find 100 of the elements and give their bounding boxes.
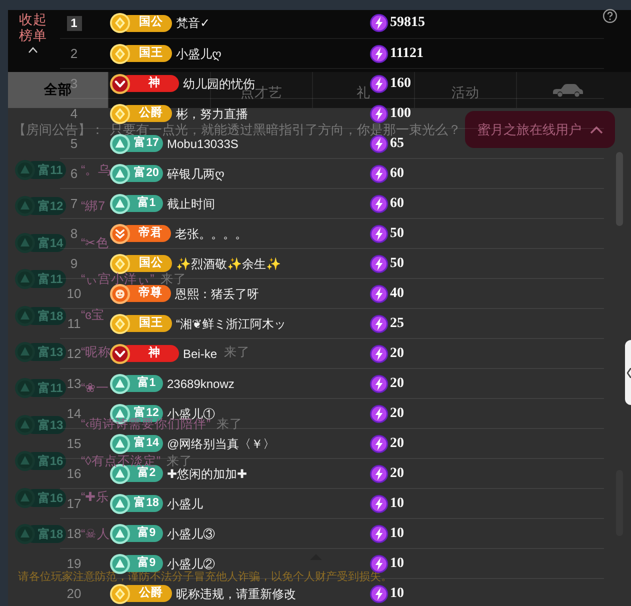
username: 碎银几两ღ bbox=[167, 168, 224, 180]
chat-username: “ɞ宝 bbox=[81, 309, 105, 322]
diamond-icon bbox=[110, 254, 130, 274]
lightning-coin-icon bbox=[370, 494, 388, 512]
rank-number: 18 bbox=[66, 527, 82, 540]
username: ✨烈酒敬✨余生✨ bbox=[176, 258, 281, 270]
lightning-coin-icon bbox=[370, 14, 388, 32]
rank-number: 20 bbox=[66, 587, 82, 600]
rank-number: 9 bbox=[70, 257, 78, 270]
lightning-coin-icon bbox=[370, 434, 388, 452]
rank-number: 7 bbox=[70, 197, 78, 210]
contribution-value: 50 bbox=[390, 226, 404, 240]
lightning-coin-icon bbox=[370, 104, 388, 122]
rank-number: 14 bbox=[66, 407, 82, 420]
rank-number: 5 bbox=[70, 137, 78, 150]
contribution-value: 11121 bbox=[390, 46, 424, 60]
chevron-down-icon bbox=[110, 74, 130, 94]
triangle-icon bbox=[110, 374, 130, 394]
diamond-icon bbox=[110, 13, 130, 33]
username: 恩熙：猪丢了呀 bbox=[175, 288, 259, 300]
lightning-coin-icon bbox=[370, 314, 388, 332]
lightning-coin-icon bbox=[370, 554, 388, 572]
triangle-icon bbox=[110, 434, 130, 454]
contribution-value: 65 bbox=[390, 136, 404, 150]
contribution-value: 25 bbox=[390, 316, 404, 330]
username: 小盛儿ღ bbox=[176, 48, 221, 60]
lightning-coin-icon bbox=[370, 344, 388, 362]
username: 小盛儿 bbox=[167, 498, 203, 510]
contribution-value: 10 bbox=[390, 586, 404, 600]
triangle-icon bbox=[110, 524, 130, 544]
chat-username: “◊有点不淡定” bbox=[81, 454, 161, 468]
lightning-coin-icon bbox=[370, 164, 388, 182]
chat-username: “✚乐 bbox=[81, 491, 110, 504]
username: 彬，努力直播 bbox=[176, 108, 248, 120]
rank-number: 12 bbox=[66, 347, 82, 360]
chat-username: “✂色 bbox=[81, 236, 110, 250]
rank-number: 13 bbox=[66, 377, 82, 390]
diamond-icon bbox=[110, 44, 130, 64]
chat-message: 来了 bbox=[166, 454, 193, 468]
tab[interactable]: 礼 bbox=[356, 86, 370, 100]
chat-username: “ぃ宫小洋ぃ” bbox=[81, 272, 154, 286]
triangle-icon bbox=[15, 524, 35, 544]
rank-number: 4 bbox=[70, 107, 78, 120]
chat-username: “❀一 bbox=[81, 382, 110, 395]
tab[interactable]: 活动 bbox=[452, 86, 480, 100]
username: 梵音✓ bbox=[176, 17, 210, 29]
username: 小盛儿② bbox=[167, 558, 215, 570]
triangle-icon bbox=[15, 342, 35, 362]
collapse-leaderboard-button[interactable]: 收起榜单 bbox=[19, 12, 47, 53]
contribution-value: 59815 bbox=[390, 16, 425, 30]
username: 23689knowz bbox=[167, 378, 234, 390]
contribution-value: 40 bbox=[390, 286, 404, 300]
chevron-left-icon bbox=[627, 368, 631, 378]
contribution-value: 100 bbox=[390, 106, 411, 120]
username: ✚悠闲的加加✚ bbox=[167, 468, 247, 480]
triangle-icon bbox=[15, 269, 35, 290]
lightning-coin-icon bbox=[370, 74, 388, 92]
chat-username: “綁7 bbox=[81, 200, 106, 213]
username: 截止时间 bbox=[167, 198, 215, 210]
lightning-coin-icon bbox=[370, 284, 388, 302]
rank-number: 6 bbox=[70, 167, 78, 180]
chevron-down-icon bbox=[110, 344, 130, 364]
contribution-value: 60 bbox=[390, 166, 404, 180]
triangle-icon bbox=[15, 232, 35, 253]
rank-number: 2 bbox=[70, 47, 78, 60]
triangle-icon bbox=[15, 160, 35, 180]
triangle-icon bbox=[15, 414, 35, 435]
lightning-coin-icon bbox=[370, 524, 388, 542]
help-icon[interactable] bbox=[603, 9, 617, 23]
lightning-coin-icon bbox=[370, 404, 388, 422]
username: @网络别当真〈￥〉 bbox=[167, 438, 276, 450]
lightning-coin-icon bbox=[370, 374, 388, 392]
chat-message: 来了 bbox=[216, 418, 242, 431]
diamond-icon bbox=[110, 584, 130, 604]
car-icon bbox=[552, 83, 584, 97]
username: Bei-ke bbox=[183, 348, 218, 360]
username: 老张。。。。 bbox=[175, 228, 247, 240]
chevron-up-icon bbox=[28, 47, 38, 53]
contribution-value: 20 bbox=[390, 406, 404, 420]
triangle-icon bbox=[15, 378, 35, 398]
username: 昵称违规，请重新修改 bbox=[176, 588, 296, 600]
announcement-label: 【房间公告】： bbox=[13, 121, 104, 139]
chat-username: “昵称 bbox=[81, 346, 112, 358]
triangle-icon bbox=[15, 306, 35, 326]
contribution-value: 50 bbox=[390, 256, 404, 270]
chat-username: “☠人 bbox=[81, 528, 110, 540]
lightning-coin-icon bbox=[370, 194, 388, 212]
rank-number: 15 bbox=[66, 437, 82, 450]
diamond-icon bbox=[110, 104, 130, 124]
rank-number: 19 bbox=[66, 557, 82, 570]
lightning-coin-icon bbox=[370, 464, 388, 482]
double-chevron-icon bbox=[110, 224, 130, 244]
username: 小盛儿① bbox=[167, 408, 215, 420]
diamond-icon bbox=[110, 314, 130, 334]
triangle-icon bbox=[110, 194, 130, 214]
contribution-value: 10 bbox=[390, 526, 404, 540]
triangle-icon bbox=[110, 164, 130, 184]
contribution-value: 160 bbox=[390, 76, 411, 90]
chat-username: “。乌 bbox=[81, 164, 112, 176]
online-users-button[interactable]: 蜜月之旅在线用户 bbox=[465, 111, 615, 148]
